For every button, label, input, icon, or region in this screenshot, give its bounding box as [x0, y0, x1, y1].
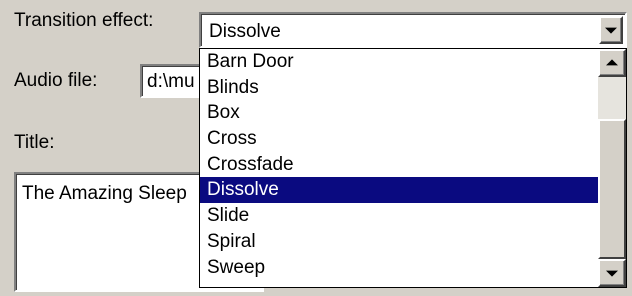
dropdown-option-dissolve[interactable]: Dissolve	[200, 177, 598, 204]
transition-dropdown-list[interactable]: Barn Door Blinds Box Cross Crossfade Dissolve…	[199, 48, 627, 288]
title-value: The Amazing Sleep	[22, 183, 187, 204]
transition-effect-select[interactable]: Dissolve	[199, 12, 627, 48]
chevron-down-icon	[606, 270, 618, 277]
scroll-down-button[interactable]	[598, 259, 626, 287]
scroll-up-button[interactable]	[598, 49, 626, 77]
audio-file-value: d:\mu	[147, 71, 195, 92]
dropdown-option-box[interactable]: Box	[200, 100, 598, 126]
chevron-up-icon	[606, 59, 618, 66]
dropdown-option-sweep[interactable]: Sweep	[200, 255, 598, 281]
dropdown-scrollbar[interactable]	[598, 49, 626, 287]
dropdown-option-crossfade[interactable]: Crossfade	[200, 152, 598, 178]
dropdown-option-barn-door[interactable]: Barn Door	[200, 49, 598, 75]
dropdown-option-blinds[interactable]: Blinds	[200, 75, 598, 101]
transition-dropdown-button[interactable]	[599, 16, 623, 44]
dropdown-option-spiral[interactable]: Spiral	[200, 229, 598, 255]
title-label: Title:	[14, 132, 55, 153]
dropdown-option-slide[interactable]: Slide	[200, 203, 598, 229]
chevron-down-icon	[605, 27, 617, 34]
dropdown-options: Barn Door Blinds Box Cross Crossfade Dissolve…	[200, 49, 598, 280]
dropdown-option-cross[interactable]: Cross	[200, 126, 598, 152]
transition-effect-value: Dissolve	[209, 21, 281, 42]
transition-effect-label: Transition effect:	[14, 10, 154, 31]
scroll-thumb[interactable]	[598, 119, 626, 259]
audio-file-label: Audio file:	[14, 70, 98, 91]
